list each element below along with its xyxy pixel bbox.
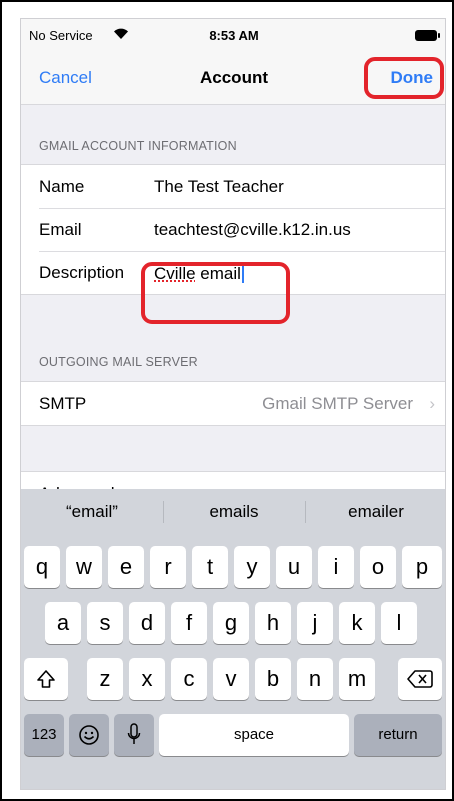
delete-icon — [407, 670, 433, 688]
key-z[interactable]: z — [87, 658, 123, 700]
smtp-server-value: Gmail SMTP Server — [262, 394, 413, 413]
prediction-2[interactable]: emails — [163, 502, 305, 522]
name-field[interactable]: The Test Teacher — [154, 177, 284, 197]
battery-icon — [415, 30, 440, 41]
clock: 8:53 AM — [209, 28, 259, 43]
return-key[interactable]: return — [354, 714, 442, 756]
emoji-icon — [79, 725, 99, 745]
navigation-bar: Account Cancel Done — [21, 53, 445, 105]
screenshot-frame: No Service 8:53 AM Account Cancel Done G… — [0, 0, 454, 801]
text-cursor — [241, 263, 244, 283]
numbers-key[interactable]: 123 — [24, 714, 64, 756]
email-label: Email — [39, 220, 82, 239]
key-j[interactable]: j — [297, 602, 333, 644]
key-t[interactable]: t — [192, 546, 228, 588]
outgoing-section-header: OUTGOING MAIL SERVER — [39, 355, 198, 369]
key-e[interactable]: e — [108, 546, 144, 588]
description-field[interactable]: Cville email — [154, 263, 244, 284]
key-w[interactable]: w — [66, 546, 102, 588]
key-d[interactable]: d — [129, 602, 165, 644]
gmail-account-group: Name The Test Teacher Email teachtest@cv… — [21, 164, 445, 295]
email-row[interactable]: Email teachtest@cville.k12.in.us — [21, 208, 445, 251]
cancel-button[interactable]: Cancel — [39, 68, 92, 88]
key-l[interactable]: l — [381, 602, 417, 644]
key-r[interactable]: r — [150, 546, 186, 588]
delete-key[interactable] — [398, 658, 442, 700]
key-k[interactable]: k — [339, 602, 375, 644]
key-o[interactable]: o — [360, 546, 396, 588]
key-n[interactable]: n — [297, 658, 333, 700]
prediction-1[interactable]: “email” — [21, 502, 163, 522]
done-button[interactable]: Done — [391, 68, 434, 88]
key-f[interactable]: f — [171, 602, 207, 644]
key-a[interactable]: a — [45, 602, 81, 644]
prediction-3[interactable]: emailer — [305, 502, 445, 522]
key-u[interactable]: u — [276, 546, 312, 588]
key-y[interactable]: y — [234, 546, 270, 588]
microphone-icon — [127, 723, 141, 744]
name-label: Name — [39, 177, 85, 196]
email-field[interactable]: teachtest@cville.k12.in.us — [154, 220, 351, 240]
smtp-label: SMTP — [39, 394, 87, 413]
key-p[interactable]: p — [402, 546, 442, 588]
description-rest: email — [195, 264, 241, 283]
gmail-section-header: GMAIL ACCOUNT INFORMATION — [39, 139, 237, 153]
key-q[interactable]: q — [24, 546, 60, 588]
phone-screen: No Service 8:53 AM Account Cancel Done G… — [20, 18, 446, 790]
key-b[interactable]: b — [255, 658, 291, 700]
microphone-key[interactable] — [114, 714, 154, 756]
shift-key[interactable] — [24, 658, 68, 700]
description-row[interactable]: Description Cville email — [21, 251, 445, 294]
emoji-key[interactable] — [69, 714, 109, 756]
predictive-bar: “email” emails emailer — [21, 489, 445, 533]
smtp-row[interactable]: SMTP Gmail SMTP Server › — [21, 382, 445, 425]
key-g[interactable]: g — [213, 602, 249, 644]
key-m[interactable]: m — [339, 658, 375, 700]
chevron-right-icon: › — [429, 394, 435, 413]
key-v[interactable]: v — [213, 658, 249, 700]
outgoing-server-group: SMTP Gmail SMTP Server › — [21, 381, 445, 426]
space-key[interactable]: space — [159, 714, 349, 756]
misspelled-word: Cville — [154, 264, 196, 283]
description-label: Description — [39, 263, 125, 282]
key-c[interactable]: c — [171, 658, 207, 700]
on-screen-keyboard: “email” emails emailer q w e r t y u i o… — [21, 489, 445, 789]
key-h[interactable]: h — [255, 602, 291, 644]
shift-icon — [37, 670, 55, 688]
status-bar: No Service 8:53 AM — [21, 19, 445, 53]
key-x[interactable]: x — [129, 658, 165, 700]
key-s[interactable]: s — [87, 602, 123, 644]
key-i[interactable]: i — [318, 546, 354, 588]
name-row[interactable]: Name The Test Teacher — [21, 165, 445, 208]
